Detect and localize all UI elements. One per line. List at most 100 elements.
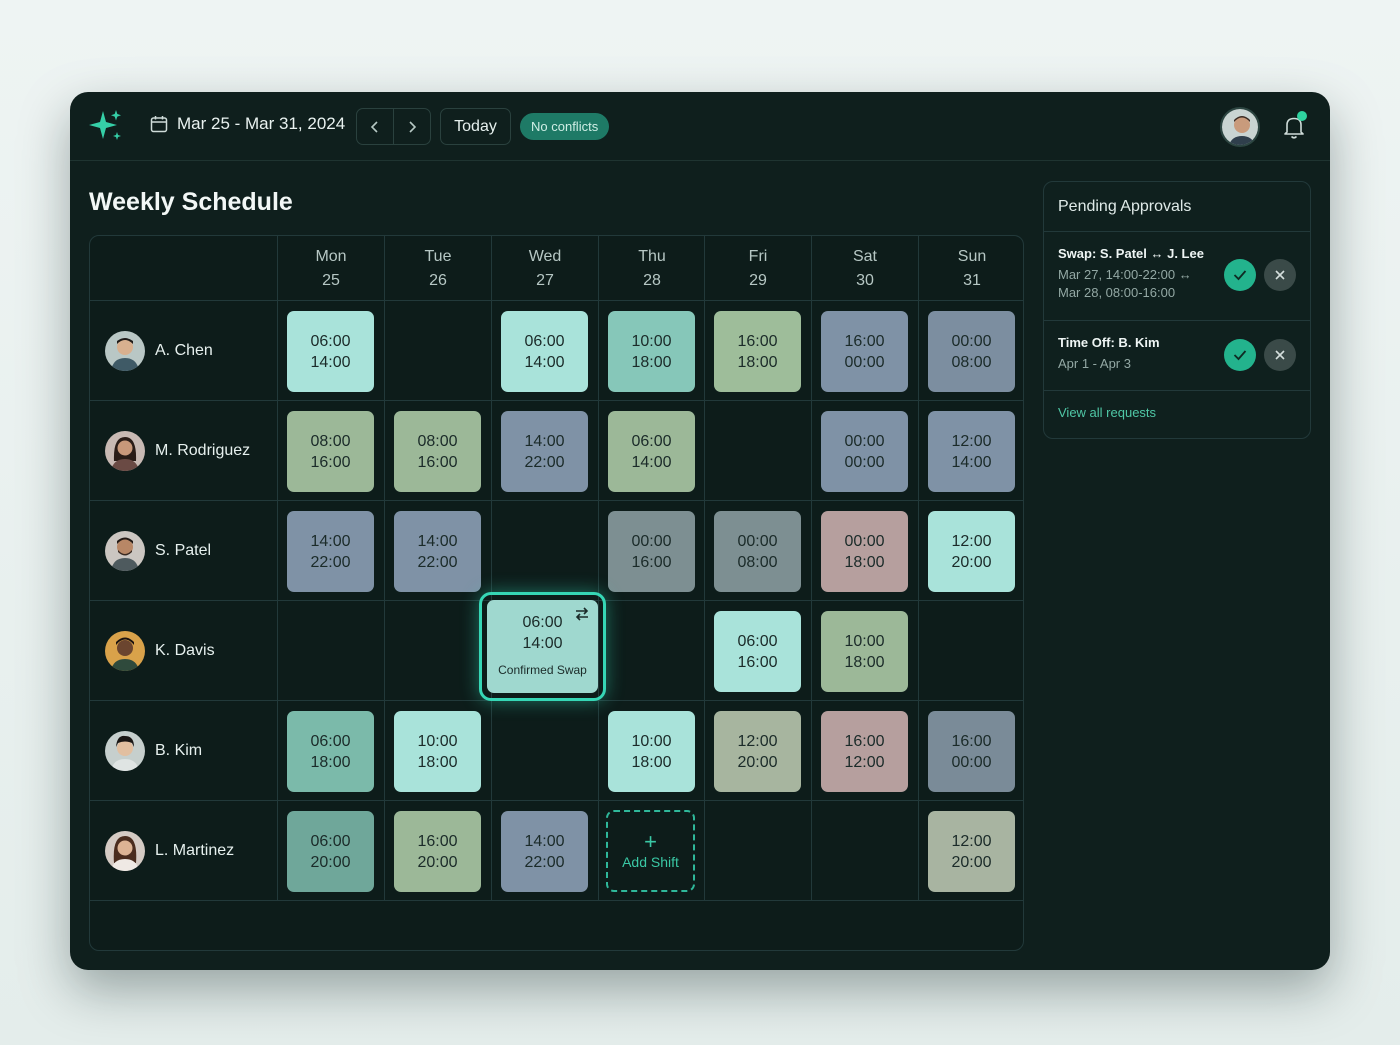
swap-label: Confirmed Swap [498,663,587,677]
avatar [105,630,145,671]
shift-block[interactable]: 16:00 00:00 [928,711,1015,792]
shift-block[interactable]: 14:00 22:00 [394,511,481,592]
user-avatar-image [1222,109,1258,145]
employee-row: M. Rodriguez 08:00 16:00 08:00 16:00 14:00… [90,401,1023,501]
check-icon [1233,350,1247,361]
reject-button[interactable] [1264,259,1296,291]
chevron-right-icon [409,120,417,133]
employee-row: B. Kim 06:00 18:00 10:00 18:00 10:00 18:00 … [90,701,1023,801]
day-header-thu: Thu 28 [598,236,705,301]
sparkle-logo-icon [89,110,121,140]
shift-block[interactable]: 10:00 18:00 [608,711,695,792]
page-title: Weekly Schedule [89,188,293,216]
day-header-sat: Sat 30 [811,236,918,301]
next-week-button[interactable] [393,109,430,144]
previous-week-button[interactable] [357,109,393,144]
employee-name: A. Chen [155,341,213,359]
shift-block[interactable]: 06:00 14:00 [287,311,374,392]
close-icon [1275,270,1285,280]
employee-name: K. Davis [155,641,215,659]
approve-button[interactable] [1224,259,1256,291]
shift-block[interactable]: 12:00 14:00 [928,411,1015,492]
shift-block[interactable]: 00:00 00:00 [821,411,908,492]
request-title: Time Off: B. Kim [1058,335,1160,350]
date-range[interactable]: Mar 25 - Mar 31, 2024 [150,114,345,134]
shift-block[interactable]: 12:00 20:00 [928,811,1015,892]
employee-row: A. Chen 06:00 14:00 06:00 14:00 10:00 18:00… [90,301,1023,401]
top-bar: Mar 25 - Mar 31, 2024 Today No conflicts [70,92,1330,161]
scheduler-app: Mar 25 - Mar 31, 2024 Today No conflicts [70,92,1330,970]
close-icon [1275,350,1285,360]
employee-cell: A. Chen [90,301,277,400]
shift-block[interactable]: 00:00 08:00 [928,311,1015,392]
reject-button[interactable] [1264,339,1296,371]
shift-block[interactable]: 16:00 18:00 [714,311,801,392]
employee-name: L. Martinez [155,841,235,859]
employee-name: B. Kim [155,741,203,759]
calendar-icon [150,116,168,133]
shift-block[interactable]: 06:00 20:00 [287,811,374,892]
avatar [105,730,145,771]
view-all-requests-link[interactable]: View all requests [1044,391,1310,420]
shift-block[interactable]: 10:00 18:00 [394,711,481,792]
shift-block[interactable]: 06:00 18:00 [287,711,374,792]
shift-block[interactable]: 08:00 16:00 [394,411,481,492]
chevron-left-icon [370,120,378,133]
plus-icon: + [644,829,657,854]
employee-row: L. Martinez 06:00 20:00 16:00 20:00 14:00 2… [90,801,1023,901]
shift-block[interactable]: 14:00 22:00 [501,411,588,492]
add-shift-button[interactable]: + Add Shift [606,810,695,892]
date-range-label: Mar 25 - Mar 31, 2024 [177,114,346,133]
avatar [105,830,145,871]
shift-block[interactable]: 16:00 00:00 [821,311,908,392]
shift-block[interactable]: 14:00 22:00 [287,511,374,592]
day-header-fri: Fri 29 [704,236,811,301]
request-title: Swap: S. Patel ↔ J. Lee [1058,246,1204,261]
employee-cell: K. Davis [90,601,277,700]
shift-block[interactable]: 00:00 18:00 [821,511,908,592]
request-detail: Apr 1 - Apr 3 [1058,356,1131,371]
avatar [105,430,145,471]
pending-approvals-panel: Pending Approvals Swap: S. Patel ↔ J. Le… [1043,181,1311,439]
week-navigation [356,108,431,145]
shift-block[interactable]: 10:00 18:00 [608,311,695,392]
today-button[interactable]: Today [440,108,511,145]
shift-block[interactable]: 10:00 18:00 [821,611,908,692]
user-avatar[interactable] [1220,107,1260,147]
confirmed-swap-shift[interactable]: 06:00 14:00 Confirmed Swap [479,592,606,701]
employee-row: S. Patel 14:00 22:00 14:00 22:00 00:00 16:0… [90,501,1023,601]
shift-block[interactable]: 12:00 20:00 [714,711,801,792]
employee-cell: B. Kim [90,701,277,800]
day-header-wed: Wed 27 [491,236,598,301]
approve-button[interactable] [1224,339,1256,371]
swap-arrows-icon [575,607,589,621]
panel-title: Pending Approvals [1044,182,1310,232]
employee-cell: M. Rodriguez [90,401,277,500]
day-header-mon: Mon 25 [277,236,384,301]
day-header-sun: Sun 31 [918,236,1023,301]
approval-request: Time Off: B. Kim Apr 1 - Apr 3 [1044,321,1310,391]
shift-block[interactable]: 06:00 14:00 [608,411,695,492]
shift-block[interactable]: 12:00 20:00 [928,511,1015,592]
avatar [105,330,145,371]
check-icon [1233,270,1247,281]
day-header-tue: Tue 26 [384,236,491,301]
shift-block[interactable]: 14:00 22:00 [501,811,588,892]
employee-cell: S. Patel [90,501,277,600]
shift-block[interactable]: 16:00 20:00 [394,811,481,892]
schedule-grid: Mon 25 Tue 26 Wed 27 Thu 28 Fri 29 Sat 30 Sun 3… [89,235,1024,951]
request-detail: Mar 27, 14:00-22:00 ↔ [1058,267,1192,282]
conflict-status-badge: No conflicts [520,113,610,140]
shift-block[interactable]: 00:00 08:00 [714,511,801,592]
shift-block[interactable]: 16:00 12:00 [821,711,908,792]
shift-block[interactable]: 06:00 14:00 [501,311,588,392]
day-header-row: Mon 25 Tue 26 Wed 27 Thu 28 Fri 29 Sat 30 Sun 3… [90,236,1023,301]
notification-dot [1297,111,1307,121]
shift-block[interactable]: 08:00 16:00 [287,411,374,492]
employee-name: S. Patel [155,541,212,559]
employee-name: M. Rodriguez [155,441,251,459]
avatar [105,530,145,571]
shift-block[interactable]: 06:00 16:00 [714,611,801,692]
shift-block[interactable]: 00:00 16:00 [608,511,695,592]
approval-request: Swap: S. Patel ↔ J. Lee Mar 27, 14:00-22… [1044,232,1310,321]
